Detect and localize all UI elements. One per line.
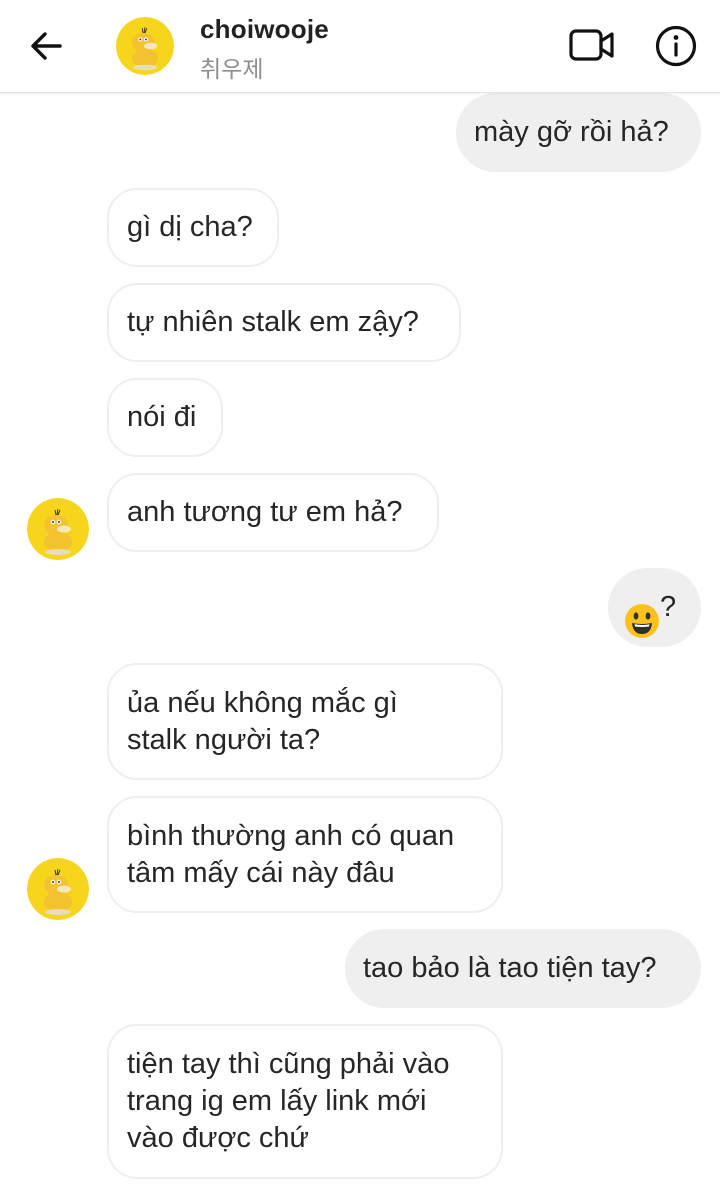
contact-username[interactable]: choiwooje [200, 14, 329, 45]
video-camera-icon [569, 29, 614, 61]
smiley-emoji-icon [624, 566, 660, 649]
sender-avatar[interactable] [27, 858, 89, 920]
info-icon [655, 25, 697, 67]
avatar[interactable] [116, 17, 174, 75]
message-bubble-received[interactable]: bình thường anh có quan tâm mấy cái này … [107, 796, 503, 913]
message-text: bình thường anh có quan tâm mấy cái này … [127, 819, 455, 889]
message-bubble-sent[interactable]: ? [608, 568, 701, 647]
message-text: mày gỡ rồi hả? [474, 116, 669, 148]
chat-screen: choiwooje 취우제 mày gỡ rồi hả? gì dị cha? … [0, 0, 720, 1184]
psyduck-avatar-icon [116, 17, 174, 75]
message-text: tiện tay thì cũng phải vào trang ig em l… [127, 1048, 450, 1154]
message-bubble-received[interactable]: tiện tay thì cũng phải vào trang ig em l… [107, 1024, 503, 1179]
message-text: anh tương tư em hả? [127, 496, 403, 528]
psyduck-avatar-icon [27, 498, 89, 560]
message-bubble-received[interactable]: tự nhiên stalk em zậy? [107, 283, 461, 362]
contact-fullname: 취우제 [200, 56, 264, 82]
message-text: tự nhiên stalk em zậy? [127, 306, 419, 338]
message-bubble-received[interactable]: ủa nếu không mắc gì stalk người ta? [107, 663, 503, 780]
arrow-left-icon [31, 32, 62, 60]
message-bubble-received[interactable]: nói đi [107, 378, 223, 457]
message-bubble-sent[interactable]: mày gỡ rồi hả? [456, 93, 701, 172]
chat-header: choiwooje 취우제 [0, 0, 720, 93]
video-call-button[interactable] [566, 22, 618, 68]
sender-avatar[interactable] [27, 498, 89, 560]
message-bubble-received[interactable]: anh tương tư em hả? [107, 473, 439, 552]
message-bubble-sent[interactable]: tao bảo là tao tiện tay? [345, 929, 701, 1008]
message-text: ủa nếu không mắc gì stalk người ta? [127, 686, 398, 756]
back-button[interactable] [26, 26, 66, 66]
message-text: nói đi [127, 401, 197, 433]
message-text: ? [660, 591, 677, 623]
message-bubble-received[interactable]: gì dị cha? [107, 188, 279, 267]
psyduck-avatar-icon [27, 858, 89, 920]
message-text: gì dị cha? [127, 211, 253, 243]
info-button[interactable] [652, 22, 700, 70]
message-text: tao bảo là tao tiện tay? [363, 952, 657, 984]
